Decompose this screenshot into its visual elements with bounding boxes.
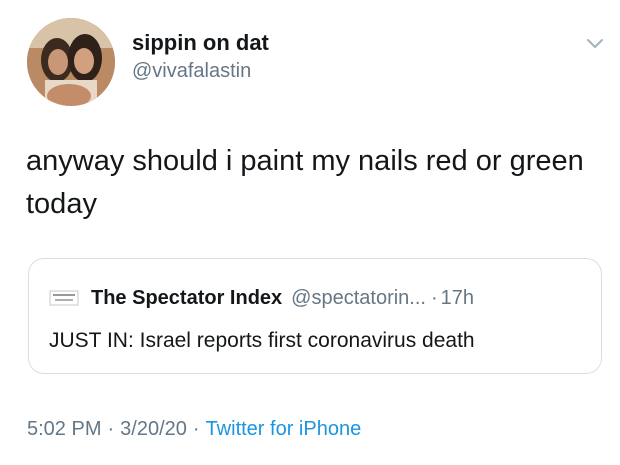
author-handle[interactable]: @vivafalastin — [132, 58, 269, 84]
quoted-tweet-text: JUST IN: Israel reports first coronaviru… — [49, 329, 475, 352]
meta-separator-2: · — [192, 418, 200, 440]
spectator-index-logo-icon[interactable] — [49, 283, 79, 313]
tweet-source-link[interactable]: Twitter for iPhone — [206, 418, 362, 440]
quoted-handle[interactable]: @spectatorin... — [291, 287, 426, 310]
quoted-tweet-header: The Spectator Index @spectatorin... · 17… — [49, 283, 474, 313]
quoted-timestamp: 17h — [440, 286, 475, 309]
author-avatar[interactable] — [27, 18, 115, 106]
tweet-date[interactable]: 3/20/20 — [120, 418, 187, 440]
author-display-name[interactable]: sippin on dat — [132, 30, 269, 56]
profile-photo-icon — [27, 18, 115, 106]
chevron-down-icon[interactable] — [584, 32, 606, 54]
quoted-display-name[interactable]: The Spectator Index — [91, 287, 282, 310]
tweet-text: anyway should i paint my nails red or gr… — [26, 145, 584, 220]
author-info: sippin on dat @vivafalastin — [132, 30, 269, 84]
tweet-meta: 5:02 PM · 3/20/20 · Twitter for iPhone — [27, 418, 361, 441]
quoted-tweet-card[interactable]: The Spectator Index @spectatorin... · 17… — [28, 258, 602, 374]
meta-separator: · — [107, 418, 115, 440]
quoted-separator: · — [430, 286, 438, 309]
tweet-time[interactable]: 5:02 PM — [27, 418, 101, 440]
